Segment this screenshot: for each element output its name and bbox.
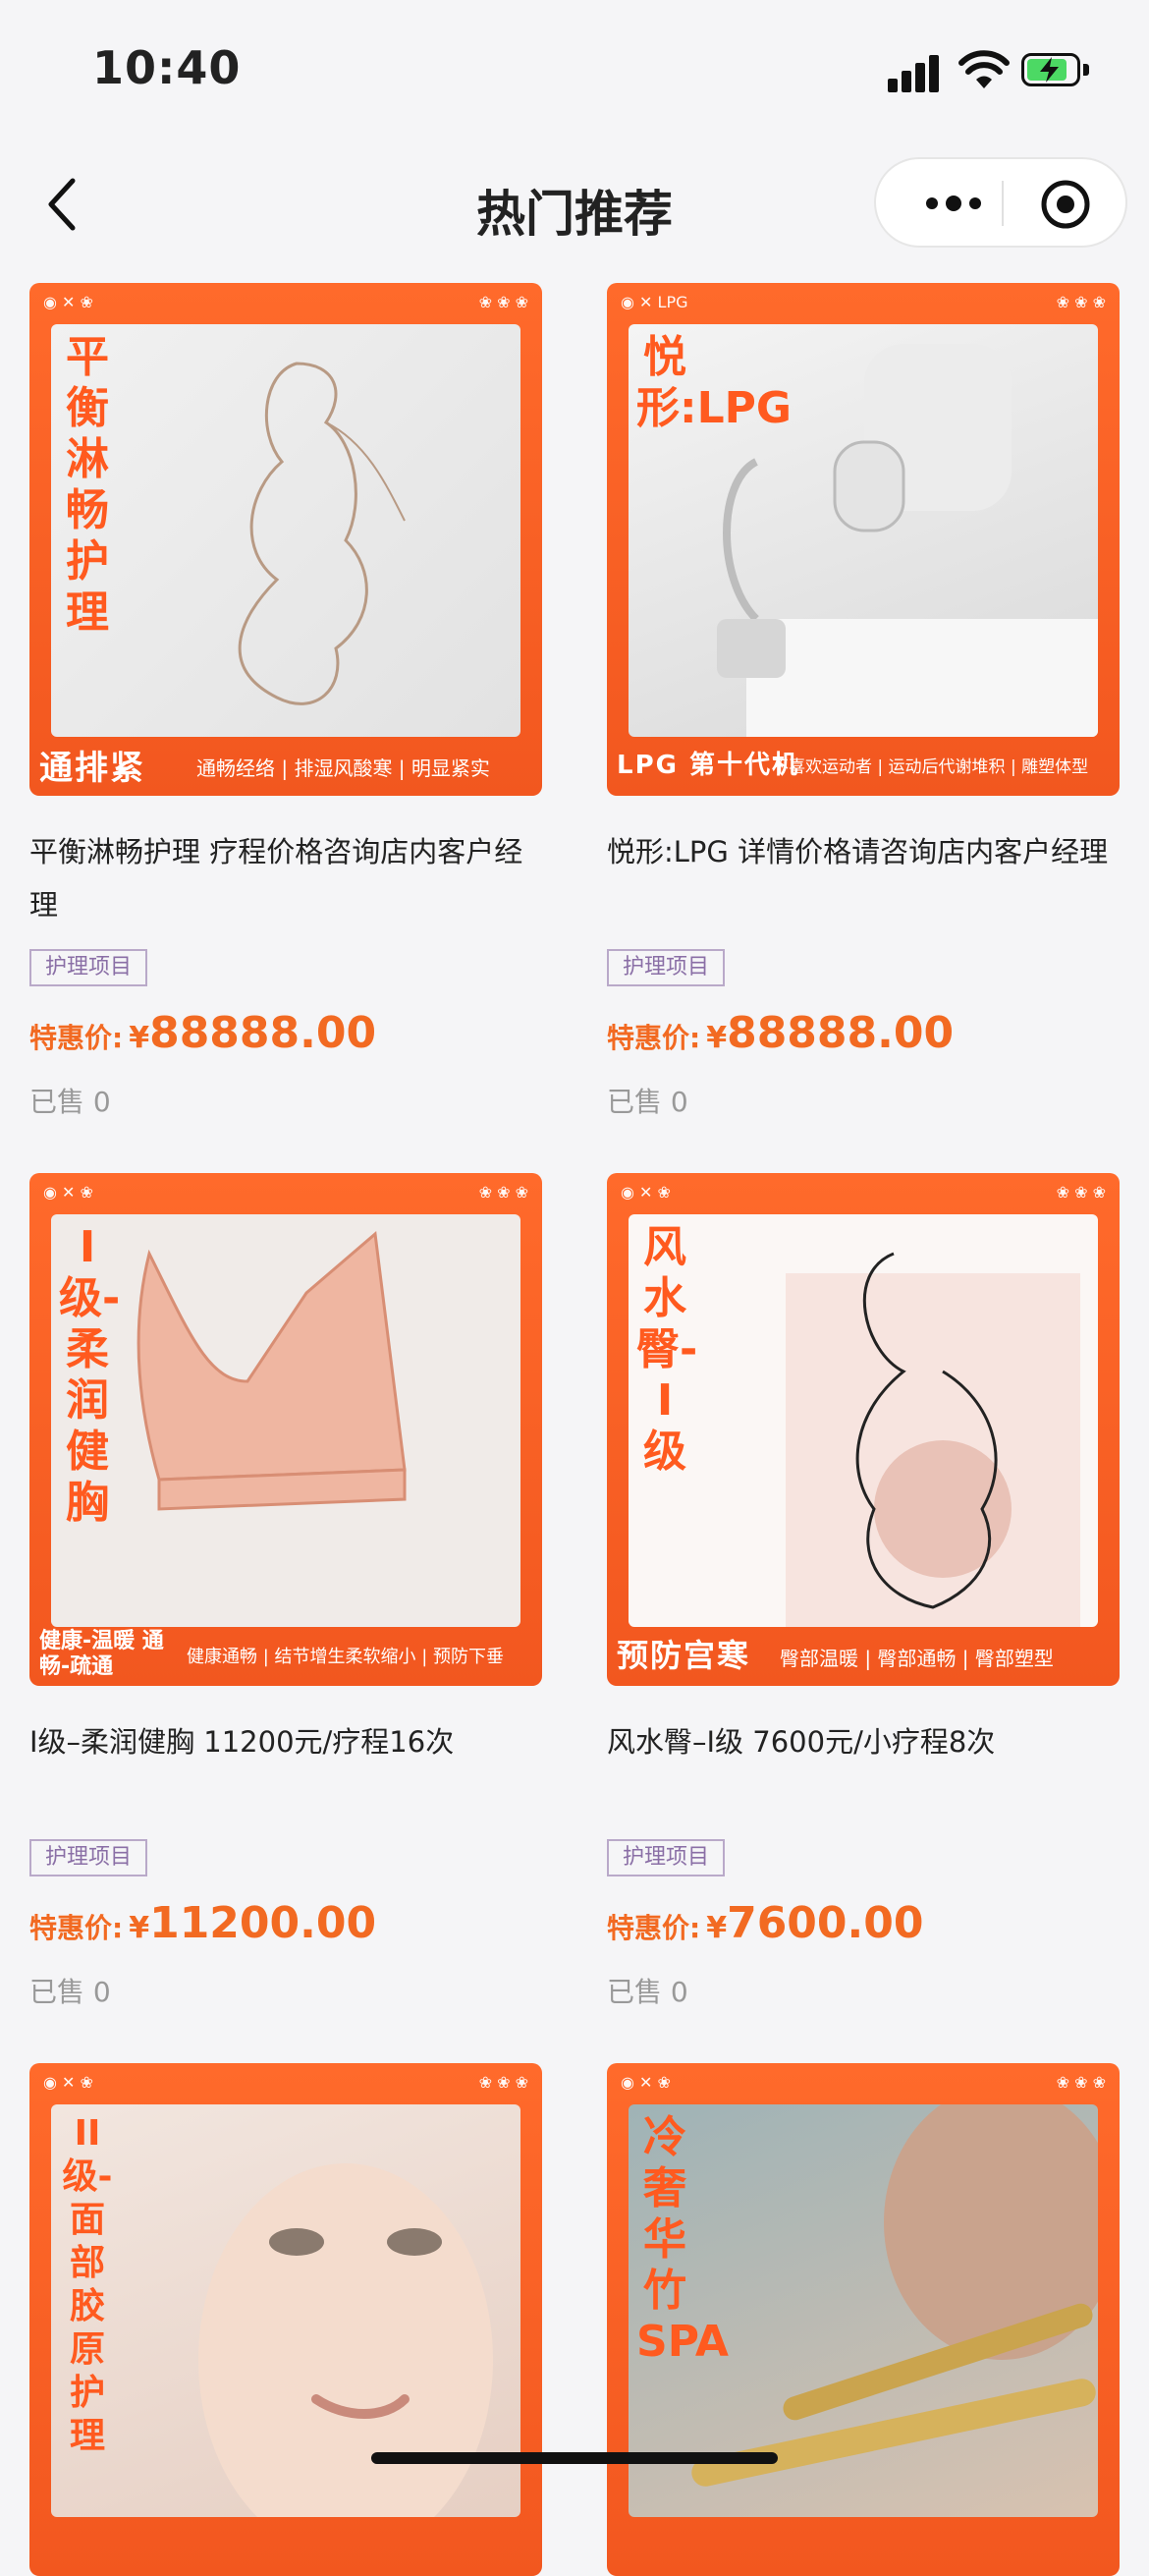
wifi-icon xyxy=(958,50,1010,88)
mini-program-capsule xyxy=(874,157,1127,248)
cover-header-strip: ◉ ✕ ❀ ❀ ❀ ❀ xyxy=(29,283,542,320)
brand-logo: ❀ ❀ ❀ xyxy=(1056,1183,1106,1202)
cover-title: 风水臀-I级 xyxy=(636,1222,698,1477)
body-illustration xyxy=(238,362,406,705)
cover-title: II级-面部胶原护理 xyxy=(62,2113,113,2456)
brand-logo: ◉ ✕ LPG xyxy=(621,293,688,311)
product-title[interactable]: 平衡淋畅护理 疗程价格咨询店内客户经理 xyxy=(29,825,542,931)
cover-features: 健康通畅 | 结节增生柔软缩小 | 预防下垂 xyxy=(187,1647,505,1667)
status-time: 10:40 xyxy=(92,41,242,94)
product-image[interactable]: ◉ ✕ ❀ ❀ ❀ ❀ I级-柔润健胸 健康-温暖 通畅-疏通 健康通畅 | 结… xyxy=(29,1173,542,1686)
brand-logo: ◉ ✕ ❀ xyxy=(43,293,93,311)
product-image[interactable]: ◉ ✕ ❀ ❀ ❀ ❀ 风水臀-I级 预防宫寒 臀部温暖 | 臀部通畅 | 臀部… xyxy=(607,1173,1120,1686)
cover-footer-strip: 健康-温暖 通畅-疏通 健康通畅 | 结节增生柔软缩小 | 预防下垂 xyxy=(29,1623,542,1686)
category-tag: 护理项目 xyxy=(29,1839,148,1876)
brand-logo: ❀ ❀ ❀ xyxy=(1056,293,1106,311)
cover-header-strip: ◉ ✕ ❀ ❀ ❀ ❀ xyxy=(607,2063,1120,2100)
price-value: 11200.00 xyxy=(149,1898,377,1948)
currency-symbol: ¥ xyxy=(706,1911,728,1945)
battery-icon xyxy=(1021,53,1092,88)
cover-header-strip: ◉ ✕ ❀ ❀ ❀ ❀ xyxy=(607,1173,1120,1210)
cover-features: 通畅经络 | 排湿风酸寒 | 明显紧实 xyxy=(196,756,490,780)
brand-logo: ◉ ✕ ❀ xyxy=(621,2073,671,2092)
currency-symbol: ¥ xyxy=(129,1911,150,1945)
brand-logo: ❀ ❀ ❀ xyxy=(478,1183,528,1202)
price-label: 特惠价: xyxy=(29,1022,124,1054)
cover-footer-strip: 通排紧 通畅经络 | 排湿风酸寒 | 明显紧实 xyxy=(29,733,542,796)
cover-features: 臀部温暖 | 臀部通畅 | 臀部塑型 xyxy=(780,1647,1054,1670)
price-label: 特惠价: xyxy=(607,1022,701,1054)
price-label: 特惠价: xyxy=(29,1912,124,1944)
category-tag: 护理项目 xyxy=(607,949,726,986)
price-value: 7600.00 xyxy=(727,1898,924,1948)
product-title[interactable]: 风水臀–I级 7600元/小疗程8次 xyxy=(607,1715,1120,1768)
cover-photo xyxy=(629,1214,1098,1627)
navigation-bar: 热门推荐 xyxy=(0,138,1149,269)
price: 特惠价: ¥7600.00 xyxy=(607,1898,923,1948)
close-miniprogram-icon[interactable] xyxy=(1039,178,1092,231)
cover-header-strip: ◉ ✕ LPG ❀ ❀ ❀ xyxy=(607,283,1120,320)
product-image[interactable]: ◉ ✕ ❀ ❀ ❀ ❀ II级-面部胶原护理 xyxy=(29,2063,542,2576)
cellular-signal-icon xyxy=(888,53,941,92)
price-label: 特惠价: xyxy=(607,1912,701,1944)
product-image[interactable]: ◉ ✕ ❀ ❀ ❀ ❀ 平衡淋畅护理 通排紧 通畅经络 | 排湿风酸寒 | 明显… xyxy=(29,283,542,796)
price: 特惠价: ¥11200.00 xyxy=(29,1898,376,1948)
cover-title: 冷奢华竹SPA xyxy=(636,2112,729,2367)
price-value: 88888.00 xyxy=(149,1008,377,1058)
sold-count: 已售 0 xyxy=(29,1976,111,2008)
sold-count: 已售 0 xyxy=(607,1086,688,1118)
bra-illustration xyxy=(137,1231,407,1511)
sold-count: 已售 0 xyxy=(29,1086,111,1118)
sold-count: 已售 0 xyxy=(607,1976,688,2008)
cover-footer-strip: LPG 第十代机 不喜欢运动者 | 运动后代谢堆积 | 雕塑体型 xyxy=(607,733,1120,796)
brand-logo: ◉ ✕ ❀ xyxy=(43,2073,93,2092)
brand-logo: ◉ ✕ ❀ xyxy=(43,1183,93,1202)
brand-logo: ❀ ❀ ❀ xyxy=(478,293,528,311)
product-image[interactable]: ◉ ✕ ❀ ❀ ❀ ❀ 冷奢华竹SPA xyxy=(607,2063,1120,2576)
home-indicator[interactable] xyxy=(371,2452,778,2464)
cover-badge: 健康-温暖 通畅-疏通 xyxy=(39,1629,164,1679)
hip-line-illustration xyxy=(786,1252,1080,1627)
price: 特惠价: ¥88888.00 xyxy=(607,1008,954,1058)
brand-logo: ❀ ❀ ❀ xyxy=(1056,2073,1106,2092)
more-options-icon[interactable] xyxy=(909,187,998,220)
category-tag: 护理项目 xyxy=(607,1839,726,1876)
price: 特惠价: ¥88888.00 xyxy=(29,1008,376,1058)
cover-title: I级-柔润健胸 xyxy=(59,1222,121,1528)
capsule-divider xyxy=(1002,181,1004,226)
category-tag: 护理项目 xyxy=(29,949,148,986)
currency-symbol: ¥ xyxy=(706,1021,728,1055)
cover-header-strip: ◉ ✕ ❀ ❀ ❀ ❀ xyxy=(29,1173,542,1210)
cover-footer-strip: 预防宫寒 臀部温暖 | 臀部通畅 | 臀部塑型 xyxy=(607,1623,1120,1686)
cover-title: 平衡淋畅护理 xyxy=(66,332,109,638)
cover-badge: 预防宫寒 xyxy=(617,1637,751,1674)
cover-photo xyxy=(51,324,520,737)
brand-logo: ◉ ✕ ❀ xyxy=(621,1183,671,1202)
product-title[interactable]: 悦形:LPG 详情价格请咨询店内客户经理 xyxy=(607,825,1120,878)
cover-photo xyxy=(51,1214,520,1627)
product-image[interactable]: ◉ ✕ LPG ❀ ❀ ❀ 悦形:LPG LPG 第十代机 不喜欢运动者 | 运… xyxy=(607,283,1120,796)
cover-badge: 通排紧 xyxy=(39,749,145,788)
cover-features: 不喜欢运动者 | 运动后代谢堆积 | 雕塑体型 xyxy=(772,757,1089,777)
price-value: 88888.00 xyxy=(727,1008,955,1058)
cover-title: 悦形:LPG xyxy=(636,332,792,433)
currency-symbol: ¥ xyxy=(129,1021,150,1055)
product-title[interactable]: I级–柔润健胸 11200元/疗程16次 xyxy=(29,1715,542,1768)
brand-logo: ❀ ❀ ❀ xyxy=(478,2073,528,2092)
cover-header-strip: ◉ ✕ ❀ ❀ ❀ ❀ xyxy=(29,2063,542,2100)
status-bar: 10:40 xyxy=(0,0,1149,138)
